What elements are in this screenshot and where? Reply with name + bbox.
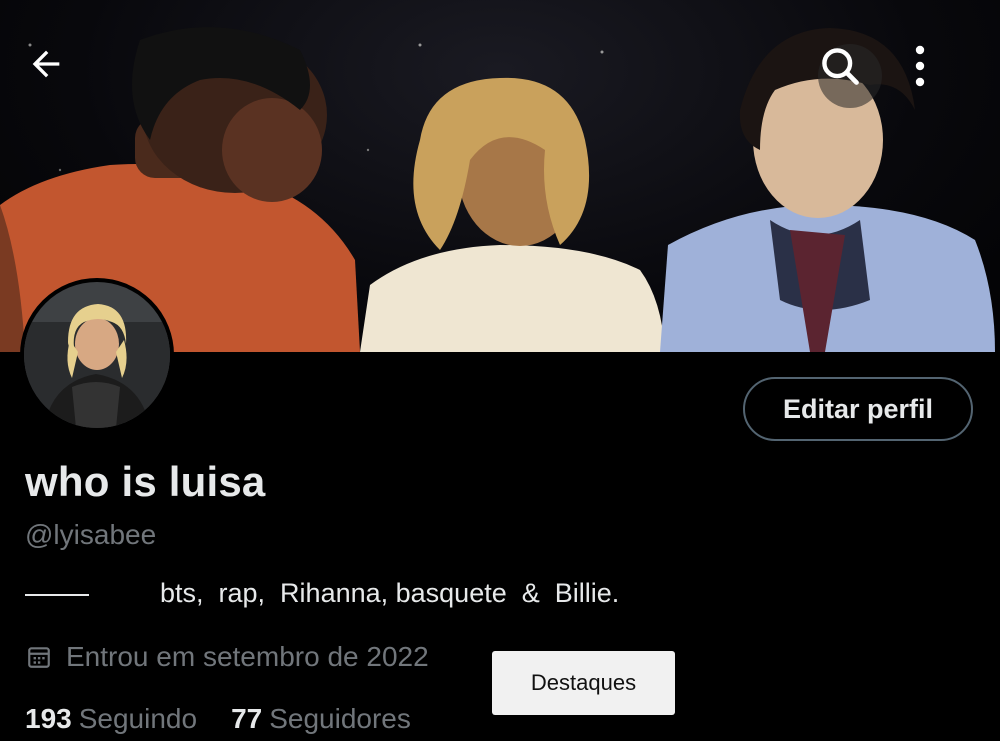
edit-profile-button[interactable]: Editar perfil (743, 377, 973, 441)
bio-text: bts, rap, Rihanna, basquete & Billie. (160, 578, 620, 608)
followers-link[interactable]: 77 Seguidores (231, 703, 411, 735)
following-link[interactable]: 193 Seguindo (25, 703, 197, 735)
highlights-button[interactable]: Destaques (492, 651, 675, 715)
follow-counts: 193 Seguindo 77 Seguidores (25, 703, 411, 735)
followers-count: 77 (231, 703, 263, 734)
join-date-text: Entrou em setembro de 2022 (66, 641, 429, 672)
followers-label: Seguidores (269, 703, 411, 734)
avatar[interactable] (20, 278, 174, 432)
join-date: Entrou em setembro de 2022 (26, 641, 429, 673)
arrow-left-icon (32, 50, 60, 78)
display-name: who is luisa (25, 458, 266, 505)
search-icon (822, 48, 859, 85)
following-count: 193 (25, 703, 72, 734)
bio-divider-line (25, 594, 89, 596)
avatar-photo (24, 282, 170, 428)
calendar-icon (28, 647, 50, 668)
more-vertical-icon (915, 45, 925, 87)
search-button[interactable] (818, 44, 882, 108)
following-label: Seguindo (78, 703, 198, 734)
more-options-button[interactable] (914, 44, 978, 108)
back-button[interactable] (26, 44, 90, 108)
user-handle: @lyisabee (25, 519, 157, 550)
